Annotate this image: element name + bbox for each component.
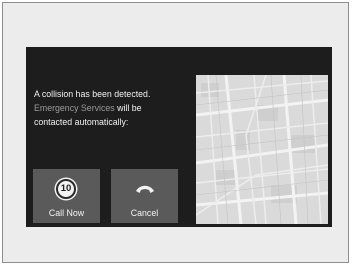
emergency-services-text: Emergency Services	[34, 103, 115, 113]
collision-alert-screen: A collision has been detected. Emergency…	[26, 47, 332, 227]
message-line-2: Emergency Services will be	[34, 101, 194, 115]
street-map	[196, 75, 328, 224]
manual-figure-frame: A collision has been detected. Emergency…	[2, 2, 349, 263]
message-line-1: A collision has been detected.	[34, 89, 151, 99]
cancel-button[interactable]: Cancel	[111, 169, 178, 223]
phone-hangup-icon	[136, 185, 154, 193]
message-line-2-rest: will be	[114, 103, 142, 113]
countdown-ring-icon: 10	[56, 179, 76, 199]
call-now-label: Call Now	[48, 208, 85, 218]
call-now-button[interactable]: 10 Call Now	[33, 169, 100, 223]
collision-message: A collision has been detected. Emergency…	[34, 87, 194, 129]
cancel-label: Cancel	[130, 208, 159, 218]
message-line-3: contacted automatically:	[34, 117, 129, 127]
